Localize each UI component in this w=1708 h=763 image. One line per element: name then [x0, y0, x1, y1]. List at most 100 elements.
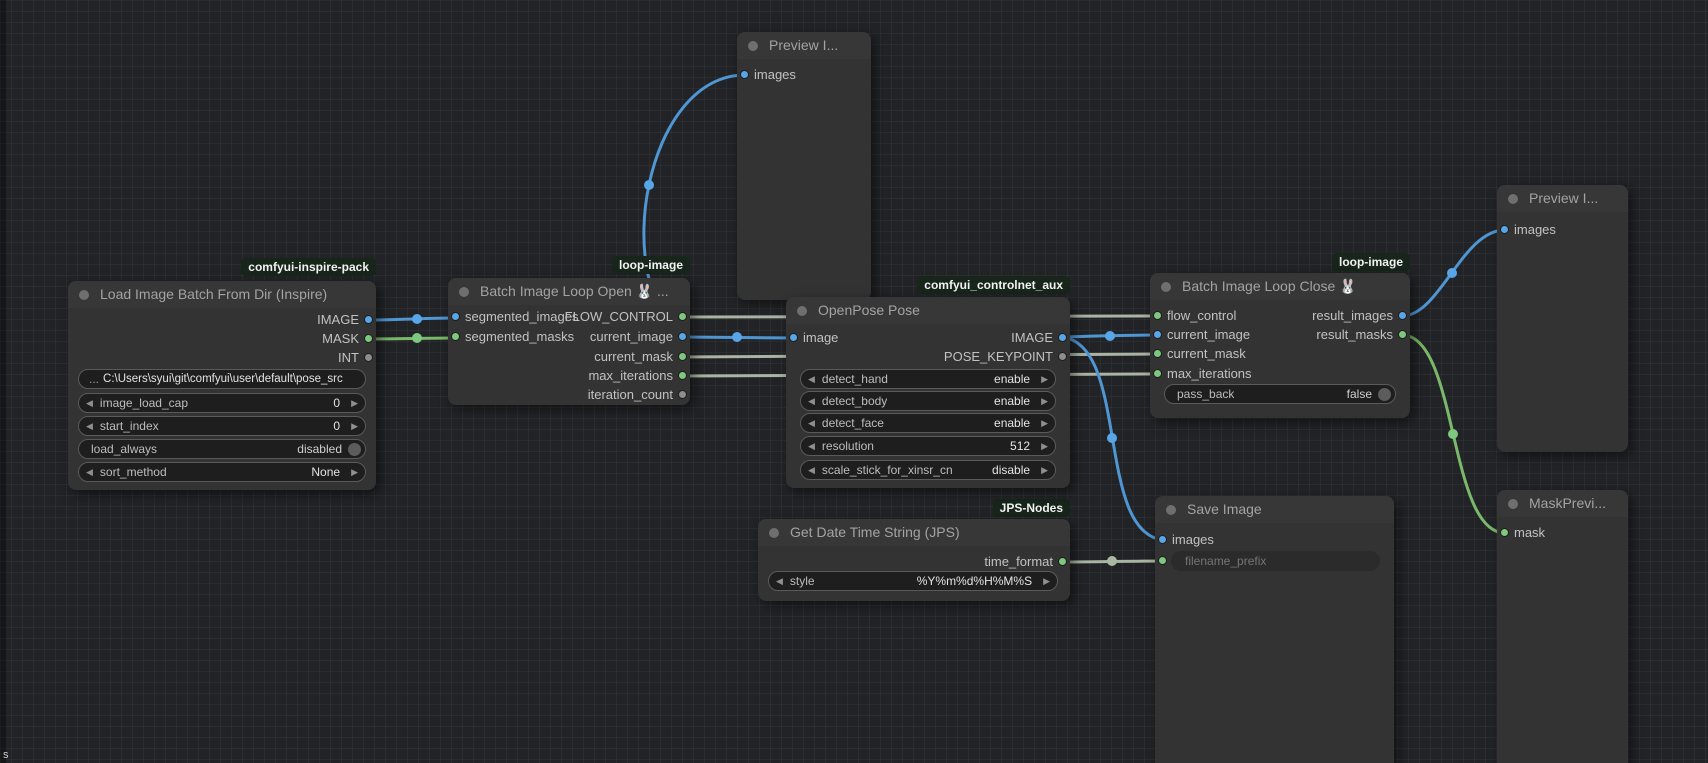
input-dot-images[interactable] — [740, 70, 749, 79]
widget-detect-hand[interactable]: detect_hand enable — [800, 369, 1056, 389]
widget-value: false — [1343, 387, 1376, 401]
stepper-left-arrow-icon[interactable] — [769, 576, 790, 587]
stepper-left-arrow-icon[interactable] — [79, 421, 100, 432]
output-slot-int: INT — [68, 349, 376, 367]
collapse-dot[interactable] — [797, 306, 807, 316]
input-dot-max-iterations[interactable] — [1153, 369, 1162, 378]
node-mask-preview[interactable]: MaskPrevi... mask — [1497, 490, 1628, 763]
widget-scale-stick-for-xinsr-cn[interactable]: scale_stick_for_xinsr_cn disable — [800, 460, 1056, 480]
widget-style[interactable]: style %Y%m%d%H%M%S — [768, 571, 1058, 591]
node-badge: loop-image — [612, 256, 690, 274]
input-dot-current-mask[interactable] — [1153, 349, 1162, 358]
widget-label: start_index — [100, 419, 159, 433]
node-title-bar[interactable]: Preview I... — [737, 32, 871, 59]
widget-label: load_always — [79, 442, 157, 456]
node-title-bar[interactable]: MaskPrevi... — [1497, 490, 1628, 517]
widget-resolution[interactable]: resolution 512 — [800, 436, 1056, 456]
input-dot-images[interactable] — [1500, 225, 1509, 234]
output-slot-image: IMAGE — [786, 329, 1070, 347]
output-dot-int[interactable] — [364, 353, 373, 362]
node-title: Batch Image Loop Open 🐰 ... — [480, 283, 669, 299]
node-load-image-batch[interactable]: Load Image Batch From Dir (Inspire) IMAG… — [68, 281, 376, 490]
output-dot-pose-keypoint[interactable] — [1058, 352, 1067, 361]
output-dot-image[interactable] — [1058, 333, 1067, 342]
toggle-knob[interactable] — [348, 443, 361, 456]
collapse-dot[interactable] — [1166, 505, 1176, 515]
widget-label: detect_hand — [822, 372, 888, 386]
input-dot-filename-prefix[interactable] — [1158, 556, 1167, 565]
collapse-dot[interactable] — [1161, 282, 1171, 292]
collapse-dot[interactable] — [79, 290, 89, 300]
input-dot-mask[interactable] — [1500, 528, 1509, 537]
widget-directory-path[interactable]: ... C:\Users\syui\git\comfyui\user\defau… — [78, 369, 366, 389]
node-title-bar[interactable]: Load Image Batch From Dir (Inspire) — [68, 281, 376, 308]
stepper-right-arrow-icon[interactable] — [1034, 441, 1055, 452]
node-title-bar[interactable]: Batch Image Loop Open 🐰 ... — [448, 278, 690, 305]
stepper-right-arrow-icon[interactable] — [1034, 465, 1055, 476]
widget-detect-face[interactable]: detect_face enable — [800, 413, 1056, 433]
link-midpoint-dot — [412, 333, 422, 343]
output-dot-time-format[interactable] — [1058, 557, 1067, 566]
stepper-left-arrow-icon[interactable] — [801, 441, 822, 452]
collapse-dot[interactable] — [769, 528, 779, 538]
stepper-left-arrow-icon[interactable] — [801, 396, 822, 407]
output-dot-current-image[interactable] — [678, 332, 687, 341]
output-dot-flow-control[interactable] — [678, 312, 687, 321]
stepper-right-arrow-icon[interactable] — [344, 421, 365, 432]
node-graph-canvas[interactable]: comfyui-inspire-pack loop-image comfyui_… — [0, 0, 1708, 763]
node-title-bar[interactable]: Preview I... — [1497, 185, 1628, 212]
link-midpoint-dot — [1448, 429, 1458, 439]
output-dot-max-iterations[interactable] — [678, 371, 687, 380]
node-title-bar[interactable]: Get Date Time String (JPS) — [758, 519, 1070, 546]
stepper-left-arrow-icon[interactable] — [801, 465, 822, 476]
node-title-bar[interactable]: Save Image — [1155, 496, 1394, 523]
node-batch-image-loop-open[interactable]: Batch Image Loop Open 🐰 ... segmented_im… — [448, 278, 690, 405]
widget-label: detect_body — [822, 394, 887, 408]
node-title-bar[interactable]: OpenPose Pose — [786, 297, 1070, 324]
node-title-bar[interactable]: Batch Image Loop Close 🐰 — [1150, 273, 1410, 300]
widget-start-index[interactable]: start_index 0 — [78, 416, 366, 436]
output-dot-result-masks[interactable] — [1398, 330, 1407, 339]
node-batch-image-loop-close[interactable]: Batch Image Loop Close 🐰 flow_control re… — [1150, 273, 1410, 418]
stepper-right-arrow-icon[interactable] — [344, 467, 365, 478]
widget-value: C:\Users\syui\git\comfyui\user\default\p… — [99, 373, 347, 385]
widget-pass-back[interactable]: pass_back false — [1164, 384, 1396, 404]
stepper-right-arrow-icon[interactable] — [344, 398, 365, 409]
stepper-right-arrow-icon[interactable] — [1034, 396, 1055, 407]
collapse-dot[interactable] — [1508, 499, 1518, 509]
toggle-knob[interactable] — [1378, 388, 1391, 401]
output-slot-result-images: result_images — [1150, 307, 1410, 325]
widget-value: enable — [990, 372, 1034, 386]
output-dot-image[interactable] — [364, 315, 373, 324]
stepper-right-arrow-icon[interactable] — [1034, 418, 1055, 429]
collapse-dot[interactable] — [459, 287, 469, 297]
output-slot-pose-keypoint: POSE_KEYPOINT — [786, 348, 1070, 366]
collapse-dot[interactable] — [1508, 194, 1518, 204]
node-openpose-pose[interactable]: OpenPose Pose image IMAGE POSE_KEYPOINT … — [786, 297, 1070, 488]
output-dot-current-mask[interactable] — [678, 352, 687, 361]
widget-detect-body[interactable]: detect_body enable — [800, 391, 1056, 411]
stepper-right-arrow-icon[interactable] — [1036, 576, 1057, 587]
stepper-right-arrow-icon[interactable] — [1034, 374, 1055, 385]
widget-load-always[interactable]: load_always disabled — [78, 439, 366, 459]
node-save-image[interactable]: Save Image images filename_prefix — [1155, 496, 1394, 763]
widget-image-load-cap[interactable]: image_load_cap 0 — [78, 393, 366, 413]
stepper-left-arrow-icon[interactable] — [801, 418, 822, 429]
node-preview-image-right[interactable]: Preview I... images — [1497, 185, 1628, 452]
output-dot-result-images[interactable] — [1398, 311, 1407, 320]
node-get-date-time-string[interactable]: Get Date Time String (JPS) time_format s… — [758, 519, 1070, 601]
widget-value: enable — [990, 416, 1034, 430]
stepper-left-arrow-icon[interactable] — [79, 398, 100, 409]
widget-sort-method[interactable]: sort_method None — [78, 462, 366, 482]
output-dot-mask[interactable] — [364, 334, 373, 343]
widget-value: 512 — [1006, 439, 1034, 453]
stepper-left-arrow-icon[interactable] — [79, 467, 100, 478]
link-midpoint-dot — [412, 314, 422, 324]
collapse-dot[interactable] — [748, 41, 758, 51]
output-dot-iteration-count[interactable] — [678, 390, 687, 399]
output-slot-iteration-count: iteration_count — [448, 386, 690, 404]
stepper-left-arrow-icon[interactable] — [801, 374, 822, 385]
node-preview-image-top[interactable]: Preview I... images — [737, 32, 871, 300]
widget-filename-prefix[interactable]: filename_prefix — [1171, 551, 1380, 571]
input-dot-images[interactable] — [1158, 535, 1167, 544]
